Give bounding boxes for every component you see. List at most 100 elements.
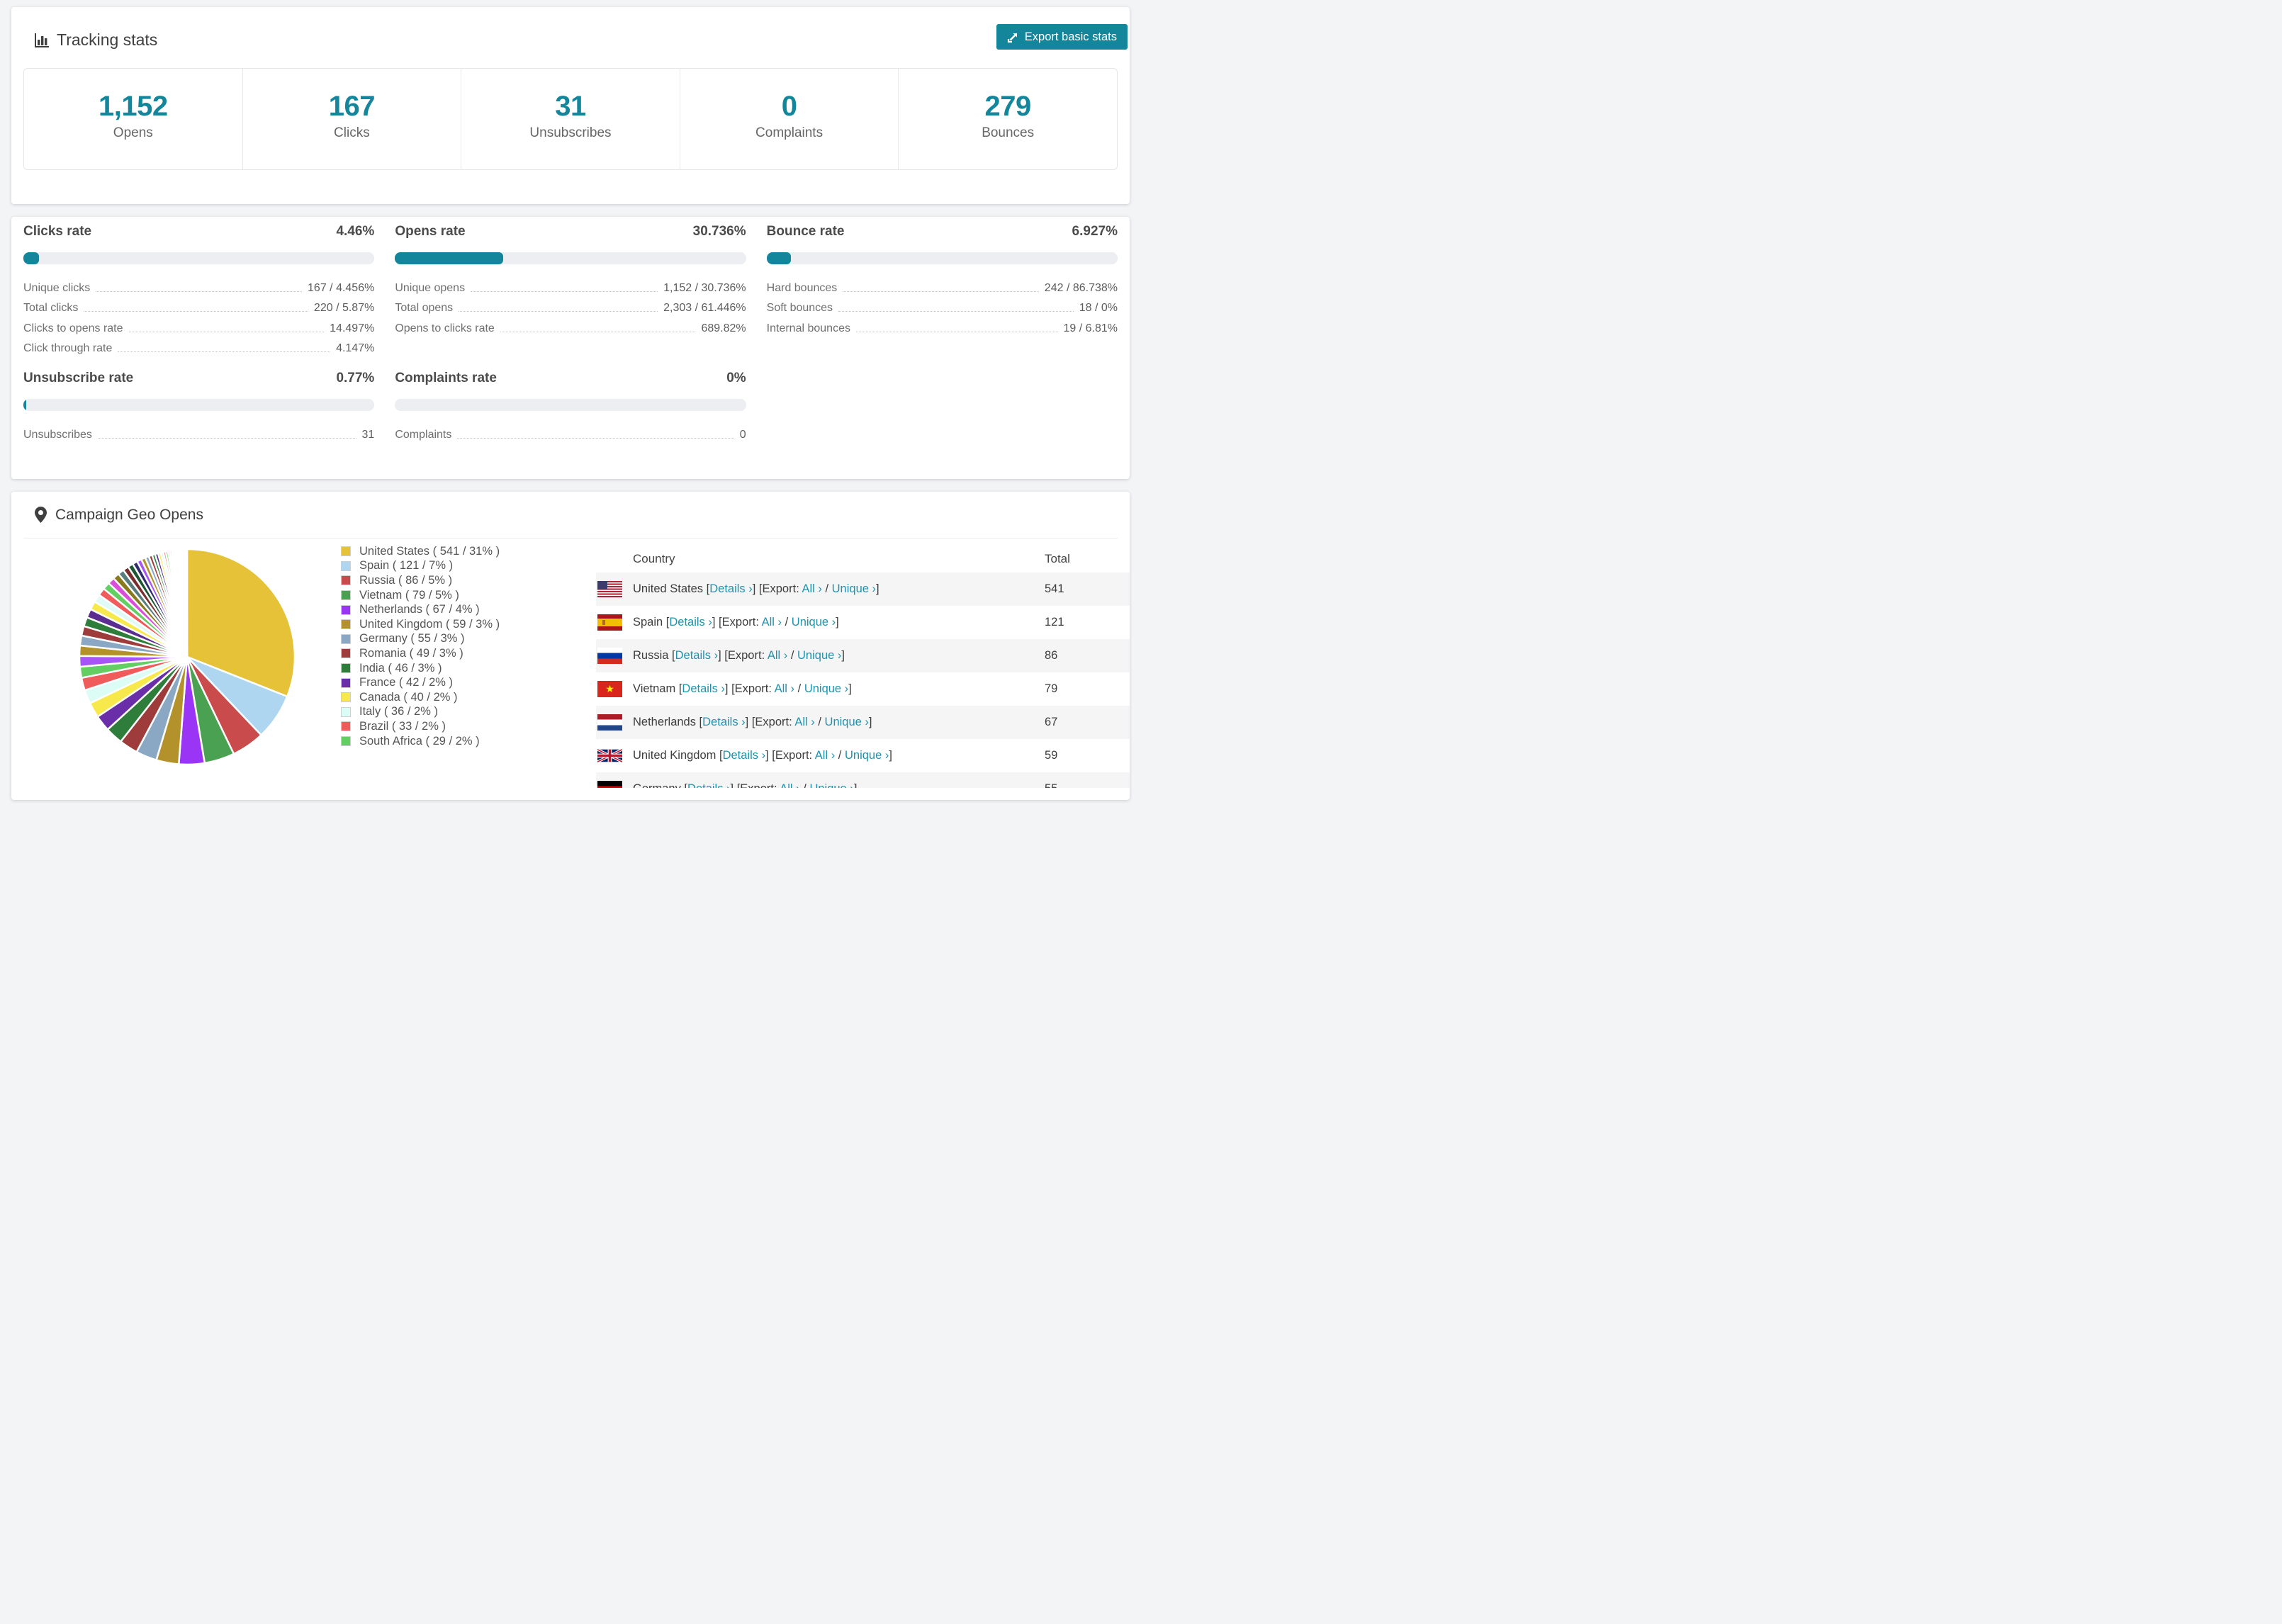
total-cell: 541 (1045, 582, 1064, 595)
summary-stat-bounces: 279 Bounces (898, 69, 1117, 169)
rate-head: Bounce rate 6.927% (767, 224, 1118, 239)
legend-swatch (340, 662, 352, 675)
export-unique-link[interactable]: Unique › (792, 616, 836, 628)
legend-swatch (340, 735, 352, 748)
rate-title: Unsubscribe rate (23, 371, 134, 385)
geo-pie-chart[interactable] (77, 547, 297, 767)
rate-block-opens: Opens rate 30.736% Unique opens 1,152 / 30.… (395, 224, 746, 355)
flag-vn-icon: ★ (597, 681, 622, 697)
country-cell: Netherlands [Details ›] [Export: All › /… (633, 716, 872, 728)
summary-value: 0 (781, 90, 797, 122)
stat-label: Soft bounces (766, 302, 833, 314)
legend-label: Brazil ( 33 / 2% ) (359, 719, 446, 733)
legend-label: India ( 46 / 3% ) (359, 661, 442, 675)
table-row-es: Spain [Details ›] [Export: All › / Uniqu… (596, 606, 1130, 639)
dotted-leader (118, 351, 331, 352)
export-all-link[interactable]: All › (768, 649, 787, 662)
country-cell: Russia [Details ›] [Export: All › / Uniq… (633, 649, 845, 662)
details-link[interactable]: Details › (723, 749, 766, 762)
stat-row: Total clicks 220 / 5.87% (23, 295, 374, 315)
stat-row: Unsubscribes 31 (23, 421, 374, 441)
geo-section-title: Campaign Geo Opens (55, 506, 203, 523)
stat-row: Internal bounces 19 / 6.81% (767, 315, 1118, 335)
export-all-link[interactable]: All › (775, 682, 794, 695)
export-all-link[interactable]: All › (780, 782, 799, 788)
export-unique-link[interactable]: Unique › (832, 582, 876, 595)
summary-stat-opens: 1,152 Opens (24, 69, 242, 169)
export-unique-link[interactable]: Unique › (845, 749, 889, 762)
rate-progress-track (766, 252, 1118, 264)
export-all-link[interactable]: All › (815, 749, 835, 762)
stat-value: 19 / 6.81% (1063, 322, 1118, 334)
legend-item: France ( 42 / 2% ) (340, 675, 500, 690)
summary-value: 1,152 (98, 90, 168, 122)
tracking-stats-header: Tracking stats Export basic stats (11, 7, 1130, 68)
export-all-link[interactable]: All › (794, 716, 814, 728)
flag-ru-icon (597, 648, 622, 664)
rate-progress-track (395, 399, 746, 411)
pie-slice-64[interactable] (186, 548, 189, 658)
rate-head: Unsubscribe rate 0.77% (23, 371, 374, 386)
stat-value: 14.497% (330, 322, 375, 334)
rate-value: 6.927% (1072, 224, 1118, 239)
details-link[interactable]: Details › (687, 782, 731, 788)
rate-rows: Unique clicks 167 / 4.456% Total clicks 220… (23, 274, 374, 355)
summary-label: Clicks (334, 125, 370, 140)
stat-value: 167 / 4.456% (308, 281, 375, 294)
rate-block-unsubscribe: Unsubscribe rate 0.77% Unsubscribes 31 (23, 371, 375, 441)
export-basic-stats-button[interactable]: Export basic stats (996, 24, 1128, 50)
legend-label: Netherlands ( 67 / 4% ) (359, 603, 480, 616)
stat-row: Unique opens 1,152 / 30.736% (395, 274, 746, 295)
legend-label: Vietnam ( 79 / 5% ) (359, 588, 459, 602)
rate-progress-fill (23, 399, 26, 411)
rate-rows: Unique opens 1,152 / 30.736% Total opens 2,… (395, 274, 746, 335)
rate-block-bounce: Bounce rate 6.927% Hard bounces 242 / 86.73… (766, 224, 1118, 355)
summary-label: Opens (113, 125, 153, 140)
summary-value: 31 (555, 90, 586, 122)
legend-item: Brazil ( 33 / 2% ) (340, 719, 500, 734)
details-link[interactable]: Details › (709, 582, 753, 595)
stat-row: Soft bounces 18 / 0% (767, 295, 1118, 315)
legend-item: Romania ( 49 / 3% ) (340, 646, 500, 661)
stat-row: Click through rate 4.147% (23, 335, 374, 356)
legend-label: South Africa ( 29 / 2% ) (359, 734, 480, 748)
rate-title: Complaints rate (395, 371, 497, 385)
tracking-stats-card: Tracking stats Export basic stats 1,152 O… (11, 7, 1130, 204)
table-row-nl: Netherlands [Details ›] [Export: All › /… (596, 706, 1130, 739)
details-link[interactable]: Details › (682, 682, 725, 695)
stat-value: 1,152 / 30.736% (663, 281, 746, 294)
export-unique-link[interactable]: Unique › (797, 649, 841, 662)
dotted-leader (838, 311, 1074, 312)
details-link[interactable]: Details › (669, 616, 712, 628)
legend-swatch (340, 677, 352, 689)
country-cell: Spain [Details ›] [Export: All › / Uniqu… (633, 616, 839, 628)
export-unique-link[interactable]: Unique › (804, 682, 848, 695)
map-pin-icon (35, 507, 47, 523)
total-cell: 79 (1045, 682, 1058, 695)
export-unique-link[interactable]: Unique › (825, 716, 869, 728)
legend-item: Canada ( 40 / 2% ) (340, 690, 500, 705)
details-link[interactable]: Details › (675, 649, 719, 662)
rate-value: 4.46% (336, 224, 375, 239)
rate-progress-track (23, 399, 375, 411)
rate-value: 0% (726, 371, 746, 385)
export-all-link[interactable]: All › (762, 616, 782, 628)
stat-row: Complaints 0 (395, 421, 746, 441)
legend-item: India ( 46 / 3% ) (340, 661, 500, 676)
export-all-link[interactable]: All › (802, 582, 821, 595)
stat-value: 220 / 5.87% (313, 302, 375, 314)
legend-label: United States ( 541 / 31% ) (359, 544, 500, 558)
geo-table-body: United States [Details ›] [Export: All ›… (596, 573, 1130, 788)
rates-card: Clicks rate 4.46% Unique clicks 167 / 4.456… (11, 217, 1130, 479)
summary-stat-unsubscribes: 31 Unsubscribes (461, 69, 680, 169)
legend-item: Germany ( 55 / 3% ) (340, 632, 500, 647)
export-unique-link[interactable]: Unique › (809, 782, 853, 788)
details-link[interactable]: Details › (702, 716, 746, 728)
rate-title: Bounce rate (766, 224, 845, 239)
legend-swatch (340, 706, 352, 718)
export-icon (1007, 33, 1017, 43)
geo-pie-legend: United States ( 541 / 31% ) Spain ( 121 /… (340, 544, 500, 748)
legend-swatch (340, 575, 352, 587)
stat-value: 4.147% (336, 342, 375, 354)
rates-grid: Clicks rate 4.46% Unique clicks 167 / 4.456… (11, 217, 1130, 441)
